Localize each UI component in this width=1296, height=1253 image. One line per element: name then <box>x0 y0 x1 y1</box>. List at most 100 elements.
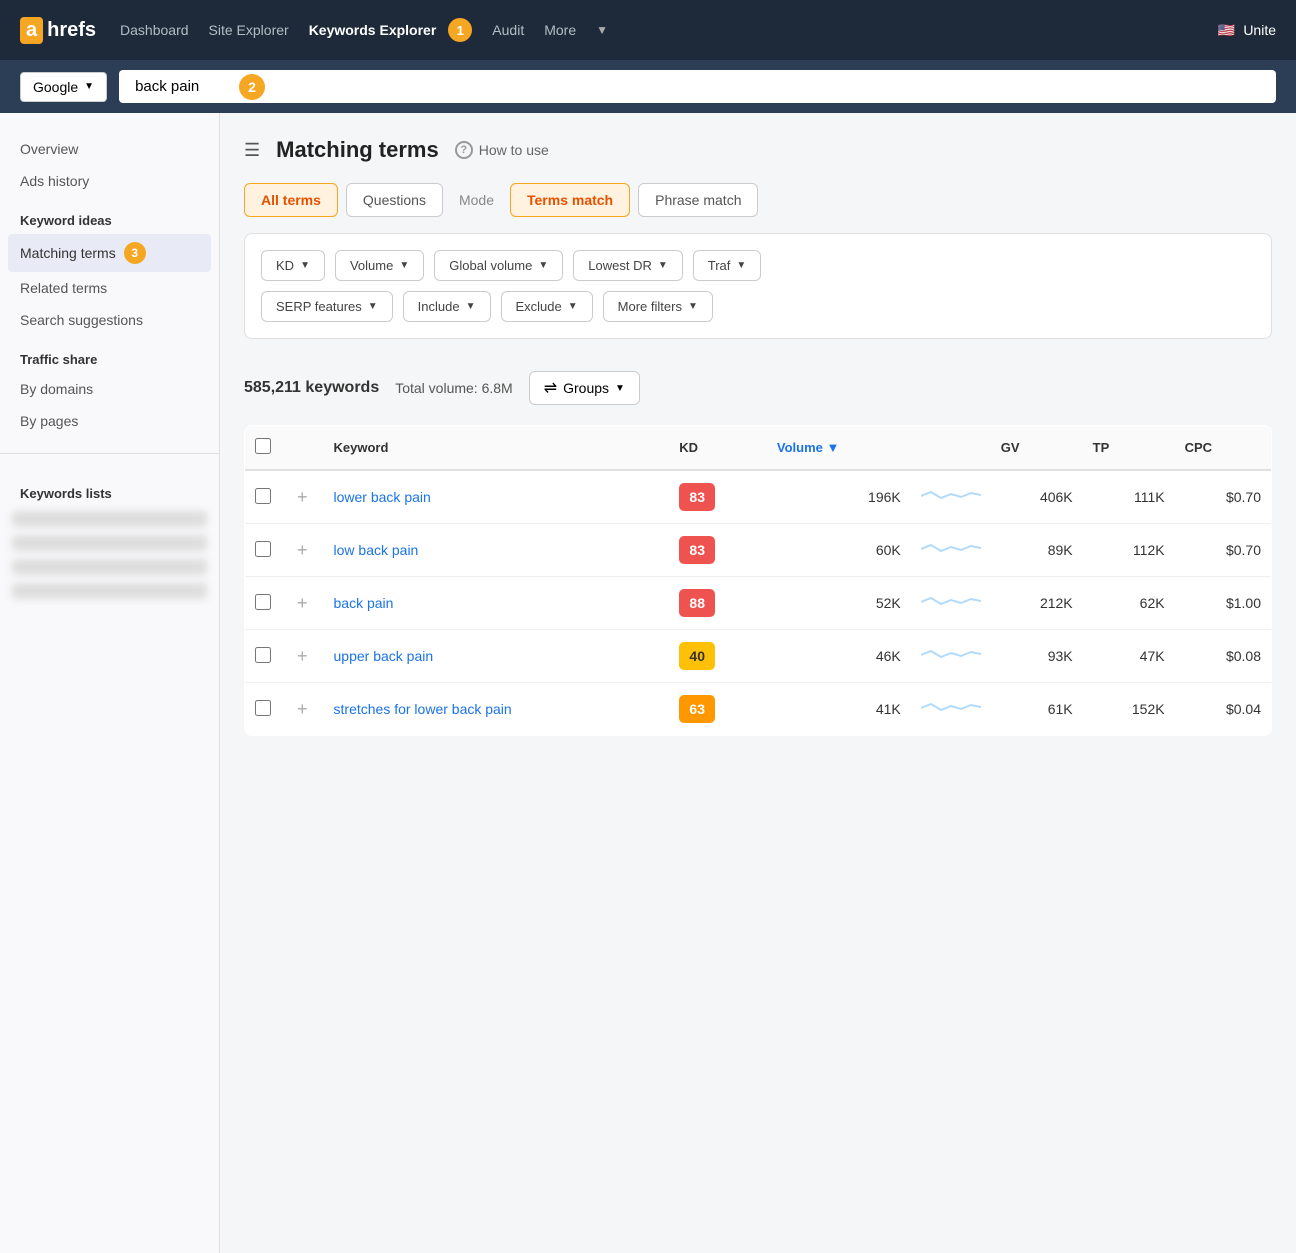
row-cpc-2: $1.00 <box>1175 577 1272 630</box>
row-volume-2: 52K <box>767 577 911 630</box>
filter-kd[interactable]: KD ▼ <box>261 250 325 281</box>
nav-audit[interactable]: Audit <box>492 22 524 38</box>
filter-more-filters[interactable]: More filters ▼ <box>603 291 713 322</box>
table-row: + stretches for lower back pain 63 41K 6… <box>245 683 1272 736</box>
main-layout: Overview Ads history Keyword ideas Match… <box>0 113 1296 1253</box>
nav-dashboard[interactable]: Dashboard <box>120 22 189 38</box>
sidebar-item-by-domains[interactable]: By domains <box>0 373 219 405</box>
tab-phrase-match[interactable]: Phrase match <box>638 183 758 217</box>
row-kd-badge-1: 83 <box>679 536 715 564</box>
region-label: Unite <box>1243 22 1276 38</box>
filter-global-volume[interactable]: Global volume ▼ <box>434 250 563 281</box>
row-checkbox-2[interactable] <box>255 594 271 610</box>
row-gv-3: 93K <box>991 630 1083 683</box>
row-kd-badge-3: 40 <box>679 642 715 670</box>
col-header-sparkline <box>911 426 991 471</box>
logo[interactable]: a hrefs <box>20 17 96 44</box>
row-add-btn-3[interactable]: + <box>291 646 314 666</box>
sidebar-item-search-suggestions[interactable]: Search suggestions <box>0 304 219 336</box>
sidebar-section-keyword-ideas: Keyword ideas <box>0 197 219 234</box>
row-sparkline-0 <box>911 470 991 524</box>
search-input[interactable] <box>119 70 1276 103</box>
search-input-wrap: 2 <box>119 70 1276 103</box>
row-add-btn-0[interactable]: + <box>291 487 314 507</box>
row-tp-2: 62K <box>1083 577 1175 630</box>
row-cpc-1: $0.70 <box>1175 524 1272 577</box>
sidebar-matching-label: Matching terms <box>20 245 116 261</box>
tab-questions[interactable]: Questions <box>346 183 443 217</box>
col-header-volume[interactable]: Volume ▼ <box>767 426 911 471</box>
nav-more[interactable]: More <box>544 22 576 38</box>
filters-row-2: SERP features ▼ Include ▼ Exclude ▼ More… <box>261 291 1255 322</box>
sidebar-item-overview[interactable]: Overview <box>0 133 219 165</box>
sidebar-domains-label: By domains <box>20 381 93 397</box>
filter-traffic[interactable]: Traf ▼ <box>693 250 762 281</box>
row-checkbox-4[interactable] <box>255 700 271 716</box>
top-nav: a hrefs Dashboard Site Explorer Keywords… <box>0 0 1296 60</box>
search-badge-2: 2 <box>239 74 265 100</box>
sidebar-overview-label: Overview <box>20 141 78 157</box>
row-sparkline-1 <box>911 524 991 577</box>
sidebar-item-ads-history[interactable]: Ads history <box>0 165 219 197</box>
sidebar-badge-3: 3 <box>124 242 146 264</box>
tab-all-terms[interactable]: All terms <box>244 183 338 217</box>
row-checkbox-0[interactable] <box>255 488 271 504</box>
groups-button[interactable]: ⇌ Groups ▼ <box>529 371 640 405</box>
nav-keywords-explorer[interactable]: Keywords Explorer <box>309 22 437 38</box>
nav-links: Dashboard Site Explorer Keywords Explore… <box>120 18 1194 42</box>
filter-volume[interactable]: Volume ▼ <box>335 250 424 281</box>
tab-terms-match[interactable]: Terms match <box>510 183 630 217</box>
col-header-gv: GV <box>991 426 1083 471</box>
table-row: + lower back pain 83 196K 406K 111K $0.7… <box>245 470 1272 524</box>
table-row: + low back pain 83 60K 89K 112K $0.70 <box>245 524 1272 577</box>
engine-selector[interactable]: Google ▼ <box>20 72 107 102</box>
nav-site-explorer[interactable]: Site Explorer <box>209 22 289 38</box>
how-to-use-link[interactable]: ? How to use <box>455 141 549 159</box>
filter-serp-features[interactable]: SERP features ▼ <box>261 291 393 322</box>
sidebar-item-by-pages[interactable]: By pages <box>0 405 219 437</box>
keywords-table: Keyword KD Volume ▼ GV TP CPC + lower ba… <box>244 425 1272 736</box>
row-tp-1: 112K <box>1083 524 1175 577</box>
sidebar-pages-label: By pages <box>20 413 78 429</box>
hamburger-icon[interactable]: ☰ <box>244 140 260 161</box>
row-cpc-4: $0.04 <box>1175 683 1272 736</box>
filters-row-1: KD ▼ Volume ▼ Global volume ▼ Lowest DR … <box>261 250 1255 281</box>
sidebar-item-related-terms[interactable]: Related terms <box>0 272 219 304</box>
results-summary: 585,211 keywords Total volume: 6.8M ⇌ Gr… <box>244 359 1272 409</box>
row-checkbox-3[interactable] <box>255 647 271 663</box>
sidebar-blurred-3 <box>12 559 207 575</box>
groups-label: Groups <box>563 380 609 396</box>
row-checkbox-1[interactable] <box>255 541 271 557</box>
row-tp-0: 111K <box>1083 470 1175 524</box>
row-keyword-1[interactable]: low back pain <box>334 542 419 558</box>
filter-exclude[interactable]: Exclude ▼ <box>501 291 593 322</box>
row-add-btn-2[interactable]: + <box>291 593 314 613</box>
sidebar-ads-label: Ads history <box>20 173 89 189</box>
row-volume-1: 60K <box>767 524 911 577</box>
row-gv-2: 212K <box>991 577 1083 630</box>
row-keyword-4[interactable]: stretches for lower back pain <box>334 701 512 717</box>
row-keyword-0[interactable]: lower back pain <box>334 489 431 505</box>
row-keyword-2[interactable]: back pain <box>334 595 394 611</box>
groups-icon: ⇌ <box>544 378 557 398</box>
row-add-btn-4[interactable]: + <box>291 699 314 719</box>
row-keyword-3[interactable]: upper back pain <box>334 648 434 664</box>
region-flag: 🇺🇸 <box>1218 22 1235 39</box>
question-icon: ? <box>455 141 473 159</box>
row-add-btn-1[interactable]: + <box>291 540 314 560</box>
filter-include[interactable]: Include ▼ <box>403 291 491 322</box>
row-volume-3: 46K <box>767 630 911 683</box>
filters-section: KD ▼ Volume ▼ Global volume ▼ Lowest DR … <box>244 233 1272 339</box>
filter-lowest-dr[interactable]: Lowest DR ▼ <box>573 250 682 281</box>
logo-text: hrefs <box>47 19 96 42</box>
select-all-checkbox[interactable] <box>255 438 271 454</box>
how-to-use-label: How to use <box>479 142 549 158</box>
row-kd-badge-2: 88 <box>679 589 715 617</box>
sidebar-section-keywords-lists: Keywords lists <box>0 470 219 507</box>
page-title: Matching terms <box>276 137 439 163</box>
nav-badge-1: 1 <box>448 18 472 42</box>
sidebar-blurred-2 <box>12 535 207 551</box>
col-header-cpc: CPC <box>1175 426 1272 471</box>
tabs-row: All terms Questions Mode Terms match Phr… <box>244 183 1272 217</box>
sidebar-item-matching-terms[interactable]: Matching terms 3 <box>8 234 211 272</box>
